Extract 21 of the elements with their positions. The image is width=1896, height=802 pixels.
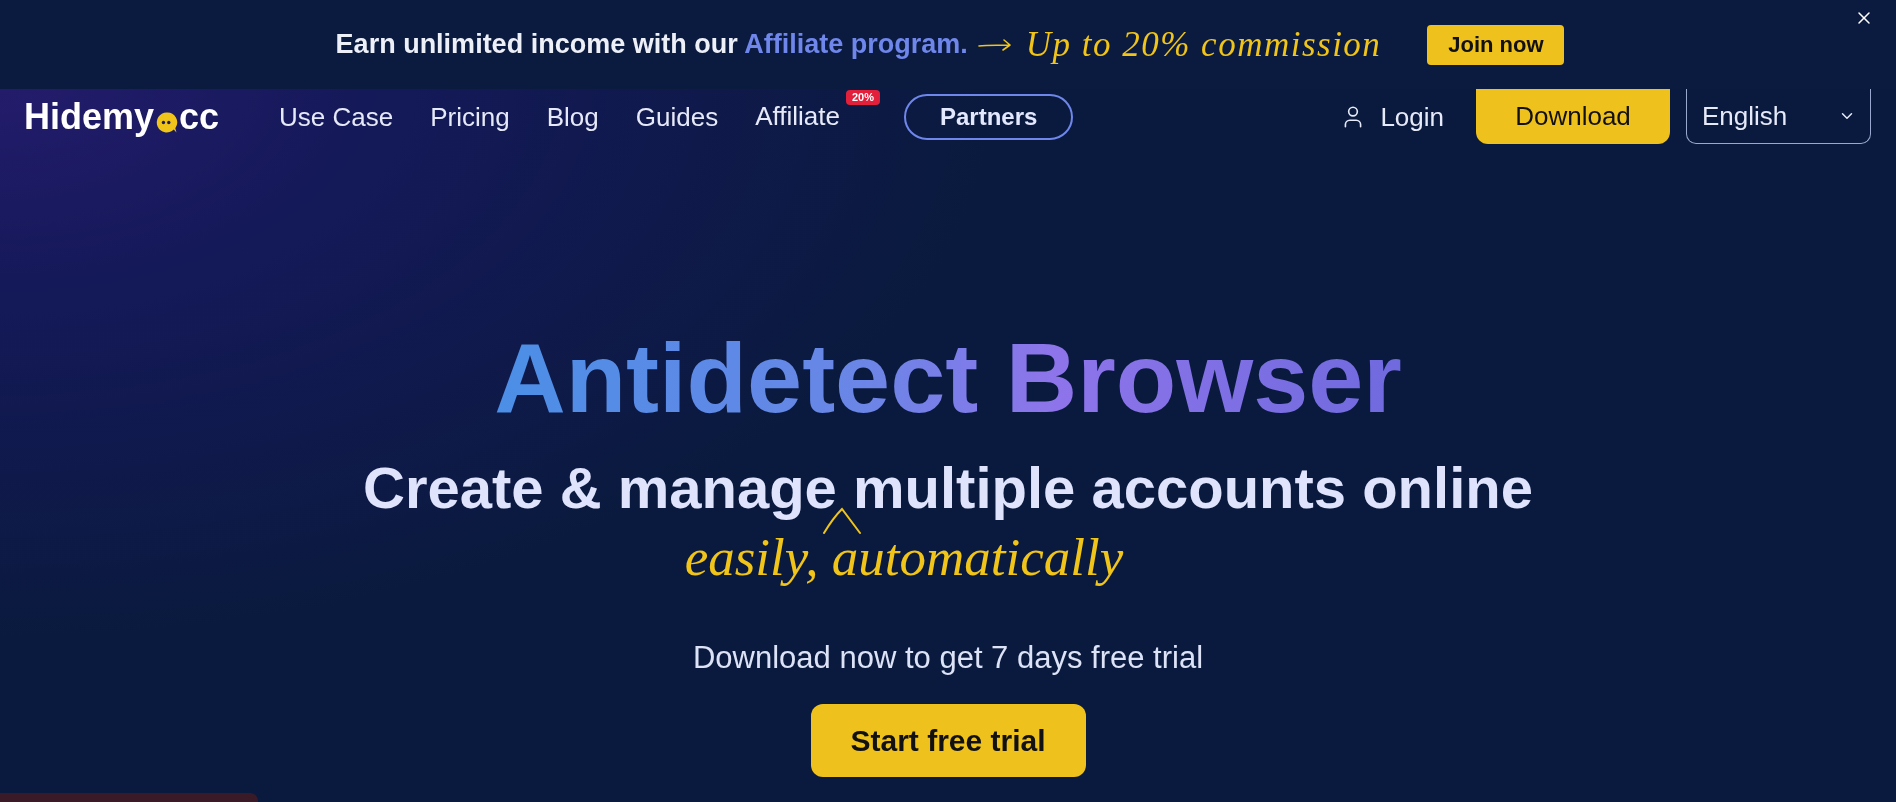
nav-link[interactable]: Pricing bbox=[430, 104, 510, 130]
nav-link[interactable]: Affiliate bbox=[755, 100, 840, 131]
logo-text[interactable]: Hidemy bbox=[24, 99, 155, 135]
login-link[interactable]: Login bbox=[1340, 104, 1444, 130]
language-select[interactable]: English bbox=[1686, 89, 1871, 144]
commission-tagline: Up to 20% commission bbox=[1025, 27, 1382, 62]
discount-badge: 20% bbox=[845, 89, 880, 105]
nav-link[interactable]: Blog bbox=[546, 104, 599, 130]
download-button[interactable]: Download bbox=[1476, 89, 1670, 144]
start-trial-button[interactable]: Start free trial bbox=[810, 704, 1086, 777]
partners-button[interactable]: Partners bbox=[903, 94, 1074, 140]
handwritten-note: easily, automatically bbox=[684, 531, 1124, 584]
nav-link[interactable]: Use Case bbox=[279, 104, 394, 130]
bubble-face-icon bbox=[155, 111, 179, 134]
trial-note: Download now to get 7 days free trial bbox=[692, 642, 1204, 673]
logo-text[interactable]: cc bbox=[179, 99, 220, 135]
affiliate-link[interactable]: Affiliate program. bbox=[744, 29, 968, 59]
arrow-icon bbox=[977, 37, 1012, 52]
promo-text: Earn unlimited income with our Affiliate program. bbox=[335, 31, 968, 58]
nav-link[interactable]: Guides bbox=[635, 104, 719, 130]
join-now-button[interactable]: Join now bbox=[1427, 24, 1565, 65]
